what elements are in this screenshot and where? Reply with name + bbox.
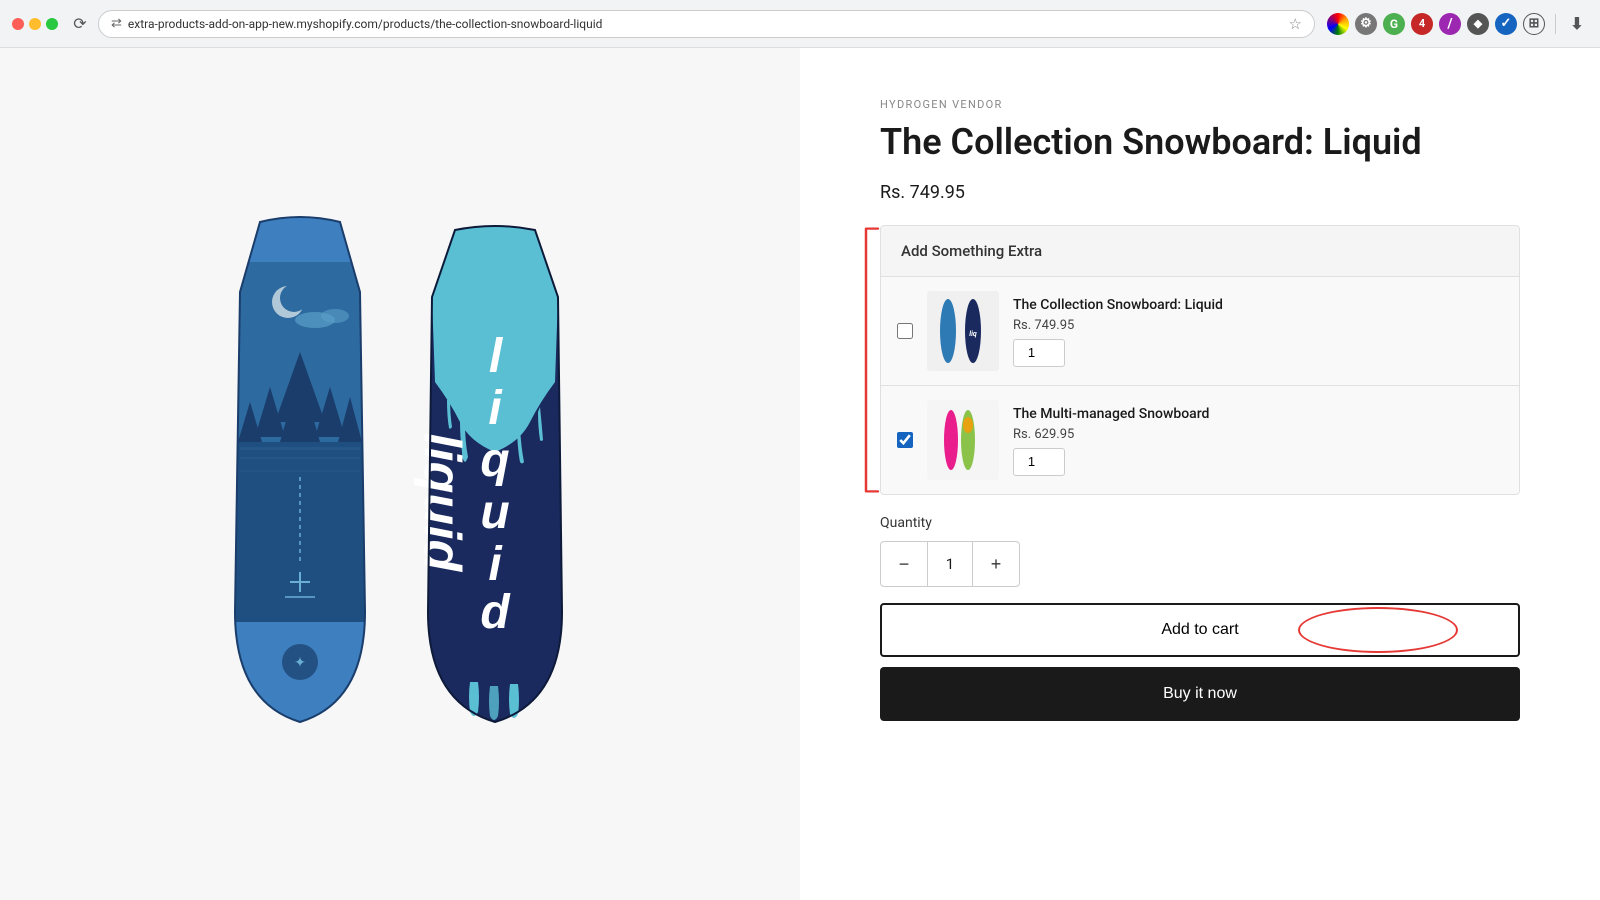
extra-item-2-checkbox[interactable]	[897, 432, 913, 448]
ext-download-icon[interactable]: ⬇	[1566, 13, 1588, 35]
add-extra-container: Add Something Extra liq	[880, 225, 1520, 495]
svg-text:i: i	[488, 382, 503, 435]
quantity-stepper: − 1 +	[880, 541, 1020, 587]
window-controls	[12, 18, 58, 30]
svg-text:✦: ✦	[294, 655, 306, 671]
svg-text:i: i	[488, 538, 503, 591]
ext-dark-icon[interactable]: ◆	[1467, 13, 1489, 35]
extra-item-2: The Multi-managed Snowboard Rs. 629.95	[881, 386, 1519, 494]
url-text: extra-products-add-on-app-new.myshopify.…	[128, 17, 1283, 31]
ext-badge-icon[interactable]: 4	[1411, 13, 1433, 35]
ext-blue-check-icon[interactable]: ✓	[1495, 13, 1517, 35]
add-to-cart-label: Add to cart	[1161, 621, 1238, 638]
quantity-decrease-button[interactable]: −	[881, 542, 927, 586]
reload-icon[interactable]: ⟳	[70, 14, 90, 34]
svg-text:q: q	[480, 434, 509, 487]
quantity-increase-button[interactable]: +	[973, 542, 1019, 586]
browser-chrome: ⟳ ⇄ extra-products-add-on-app-new.myshop…	[0, 0, 1600, 48]
ext-puzzle-icon[interactable]: ⊞	[1523, 13, 1545, 35]
snowboard-image-1: ✦	[220, 212, 380, 736]
svg-text:liquid: liquid	[413, 433, 471, 573]
buy-now-label: Buy it now	[1163, 685, 1237, 702]
extra-item-1: liq The Collection Snowboard: Liquid Rs.…	[881, 277, 1519, 386]
extra-item-1-price: Rs. 749.95	[1013, 318, 1503, 333]
add-to-cart-button[interactable]: Add to cart	[880, 603, 1520, 657]
ext-purple-slash-icon[interactable]: /	[1439, 13, 1461, 35]
quantity-section: Quantity − 1 +	[880, 515, 1520, 587]
product-image-section: ✦	[0, 48, 800, 900]
extra-item-2-quantity[interactable]	[1013, 448, 1065, 476]
svg-text:u: u	[480, 486, 509, 539]
extra-item-2-image	[927, 400, 999, 480]
extra-item-1-checkbox[interactable]	[897, 323, 913, 339]
browser-extensions: ⚙ G 4 / ◆ ✓ ⊞ ⬇	[1327, 13, 1588, 35]
extra-item-2-price: Rs. 629.95	[1013, 427, 1503, 442]
maximize-window-button[interactable]	[46, 18, 58, 30]
ext-green-icon[interactable]: G	[1383, 13, 1405, 35]
extra-item-2-name: The Multi-managed Snowboard	[1013, 405, 1503, 423]
address-bar[interactable]: ⇄ extra-products-add-on-app-new.myshopif…	[98, 10, 1315, 38]
svg-text:liq: liq	[969, 330, 977, 338]
extra-item-1-name: The Collection Snowboard: Liquid	[1013, 296, 1503, 314]
quantity-label: Quantity	[880, 515, 1520, 531]
buy-now-button[interactable]: Buy it now	[880, 667, 1520, 721]
close-window-button[interactable]	[12, 18, 24, 30]
extra-item-2-info: The Multi-managed Snowboard Rs. 629.95	[1013, 405, 1503, 476]
snowboard-images: ✦	[220, 212, 580, 736]
extra-item-1-quantity[interactable]	[1013, 339, 1065, 367]
add-to-cart-circle-annotation	[1298, 607, 1458, 653]
red-bracket-annotation	[862, 225, 880, 495]
add-extra-header: Add Something Extra	[881, 226, 1519, 277]
quantity-display: 1	[927, 542, 973, 586]
product-price: Rs. 749.95	[880, 182, 1520, 203]
vendor-label: HYDROGEN VENDOR	[880, 98, 1520, 111]
minimize-window-button[interactable]	[29, 18, 41, 30]
extra-item-1-info: The Collection Snowboard: Liquid Rs. 749…	[1013, 296, 1503, 367]
product-title: The Collection Snowboard: Liquid	[880, 121, 1520, 164]
bookmark-icon[interactable]: ☆	[1289, 15, 1302, 33]
svg-text:d: d	[480, 586, 511, 639]
divider	[1555, 14, 1556, 34]
product-details: HYDROGEN VENDOR The Collection Snowboard…	[800, 48, 1600, 900]
extra-item-1-image: liq	[927, 291, 999, 371]
snowboard-image-2: liquid l i q u i d	[410, 222, 580, 736]
ext-colorful-icon[interactable]	[1327, 13, 1349, 35]
add-extra-box: Add Something Extra liq	[880, 225, 1520, 495]
page: ✦	[0, 48, 1600, 900]
ext-gear-icon[interactable]: ⚙	[1355, 13, 1377, 35]
